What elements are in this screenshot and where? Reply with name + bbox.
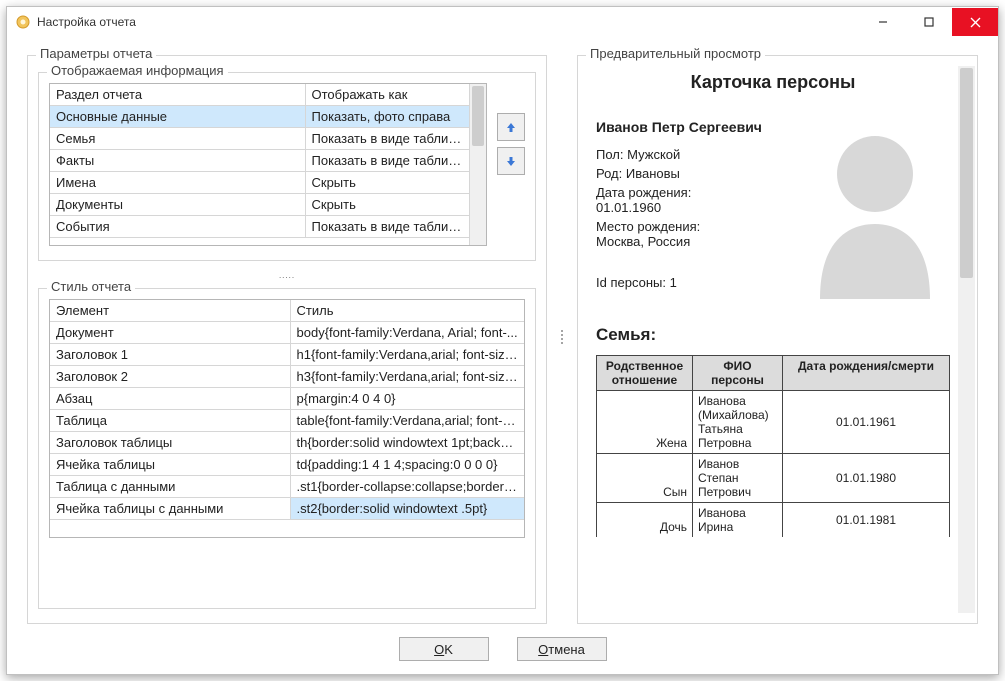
minimize-button[interactable] <box>860 8 906 36</box>
style-row[interactable]: Абзацp{margin:4 0 4 0} <box>50 388 524 410</box>
info-table[interactable]: Раздел отчета Отображать как Основные да… <box>49 83 487 246</box>
info-header-mode[interactable]: Отображать как <box>305 84 469 106</box>
family-row: ЖенаИванова (Михайлова) Татьяна Петровна… <box>597 391 950 454</box>
info-header-section[interactable]: Раздел отчета <box>50 84 305 106</box>
ok-button[interactable]: OK <box>399 637 489 661</box>
field-clan: Род: Ивановы <box>596 166 780 181</box>
family-row: ДочьИванова Ирина01.01.1981 <box>597 503 950 538</box>
info-row[interactable]: Основные данныеПоказать, фото справа <box>50 106 469 128</box>
family-header-fio: ФИО персоны <box>693 356 783 391</box>
window-title: Настройка отчета <box>37 15 860 29</box>
field-pob: Место рождения:Москва, Россия <box>596 219 780 249</box>
style-header-style[interactable]: Стиль <box>290 300 524 322</box>
info-row[interactable]: ДокументыСкрыть <box>50 194 469 216</box>
preview-scrollbar[interactable] <box>958 66 975 613</box>
left-pane: Параметры отчета Отображаемая информация… <box>27 49 547 624</box>
style-row[interactable]: Документbody{font-family:Verdana, Arial;… <box>50 322 524 344</box>
pane-splitter[interactable] <box>559 49 565 624</box>
style-row[interactable]: Заголовок 1h1{font-family:Verdana,arial;… <box>50 344 524 366</box>
style-row[interactable]: Заголовок 2h3{font-family:Verdana,arial;… <box>50 366 524 388</box>
close-button[interactable] <box>952 8 998 36</box>
content-area: Параметры отчета Отображаемая информация… <box>7 37 998 624</box>
preview-title: Карточка персоны <box>596 72 950 93</box>
arrow-down-icon <box>504 154 518 168</box>
field-id: Id персоны: 1 <box>596 275 780 290</box>
preview-legend: Предварительный просмотр <box>586 46 765 61</box>
info-legend: Отображаемая информация <box>47 63 228 78</box>
style-legend: Стиль отчета <box>47 279 135 294</box>
family-table: Родственное отношение ФИО персоны Дата р… <box>596 355 950 537</box>
family-heading: Семья: <box>596 325 950 345</box>
person-name: Иванов Петр Сергеевич <box>596 119 780 137</box>
preview-fieldset: Предварительный просмотр Карточка персон… <box>577 55 978 624</box>
style-row[interactable]: Ячейка таблицы с данными.st2{border:soli… <box>50 498 524 520</box>
params-fieldset: Параметры отчета Отображаемая информация… <box>27 55 547 624</box>
family-header-relation: Родственное отношение <box>597 356 693 391</box>
info-row[interactable]: ФактыПоказать в виде таблицы <box>50 150 469 172</box>
style-row[interactable]: Ячейка таблицыtd{padding:1 4 1 4;spacing… <box>50 454 524 476</box>
move-down-button[interactable] <box>497 147 525 175</box>
preview-content: Карточка персоны Иванов Петр Сергеевич П… <box>588 66 958 613</box>
info-row[interactable]: СобытияПоказать в виде таблицы <box>50 216 469 238</box>
style-table[interactable]: Элемент Стиль Документbody{font-family:V… <box>49 299 525 538</box>
cancel-button[interactable]: Отмена <box>517 637 607 661</box>
move-up-button[interactable] <box>497 113 525 141</box>
style-row[interactable]: Таблицаtable{font-family:Verdana,arial; … <box>50 410 524 432</box>
field-dob: Дата рождения:01.01.1960 <box>596 185 780 215</box>
arrow-up-icon <box>504 120 518 134</box>
photo-placeholder-icon <box>800 119 950 299</box>
style-row[interactable]: Таблица с данными.st1{border-collapse:co… <box>50 476 524 498</box>
params-legend: Параметры отчета <box>36 46 156 61</box>
info-row[interactable]: СемьяПоказать в виде таблицы <box>50 128 469 150</box>
field-sex: Пол: Мужской <box>596 147 780 162</box>
family-header-date: Дата рождения/смерти <box>783 356 950 391</box>
info-fieldset: Отображаемая информация Раздел отчета От… <box>38 72 536 261</box>
style-row[interactable]: Заголовок таблицыth{border:solid windowt… <box>50 432 524 454</box>
right-pane: Предварительный просмотр Карточка персон… <box>577 49 978 624</box>
family-row: СынИванов Степан Петрович01.01.1980 <box>597 454 950 503</box>
info-row[interactable]: ИменаСкрыть <box>50 172 469 194</box>
titlebar: Настройка отчета <box>7 7 998 37</box>
footer: OK Отмена <box>7 624 998 674</box>
app-icon <box>15 14 31 30</box>
style-header-element[interactable]: Элемент <box>50 300 290 322</box>
maximize-button[interactable] <box>906 8 952 36</box>
style-fieldset: Стиль отчета Элемент Стиль Документbody{… <box>38 288 536 609</box>
info-scrollbar[interactable] <box>469 84 486 245</box>
dialog-window: Настройка отчета Параметры отчета Отобра… <box>6 6 999 675</box>
